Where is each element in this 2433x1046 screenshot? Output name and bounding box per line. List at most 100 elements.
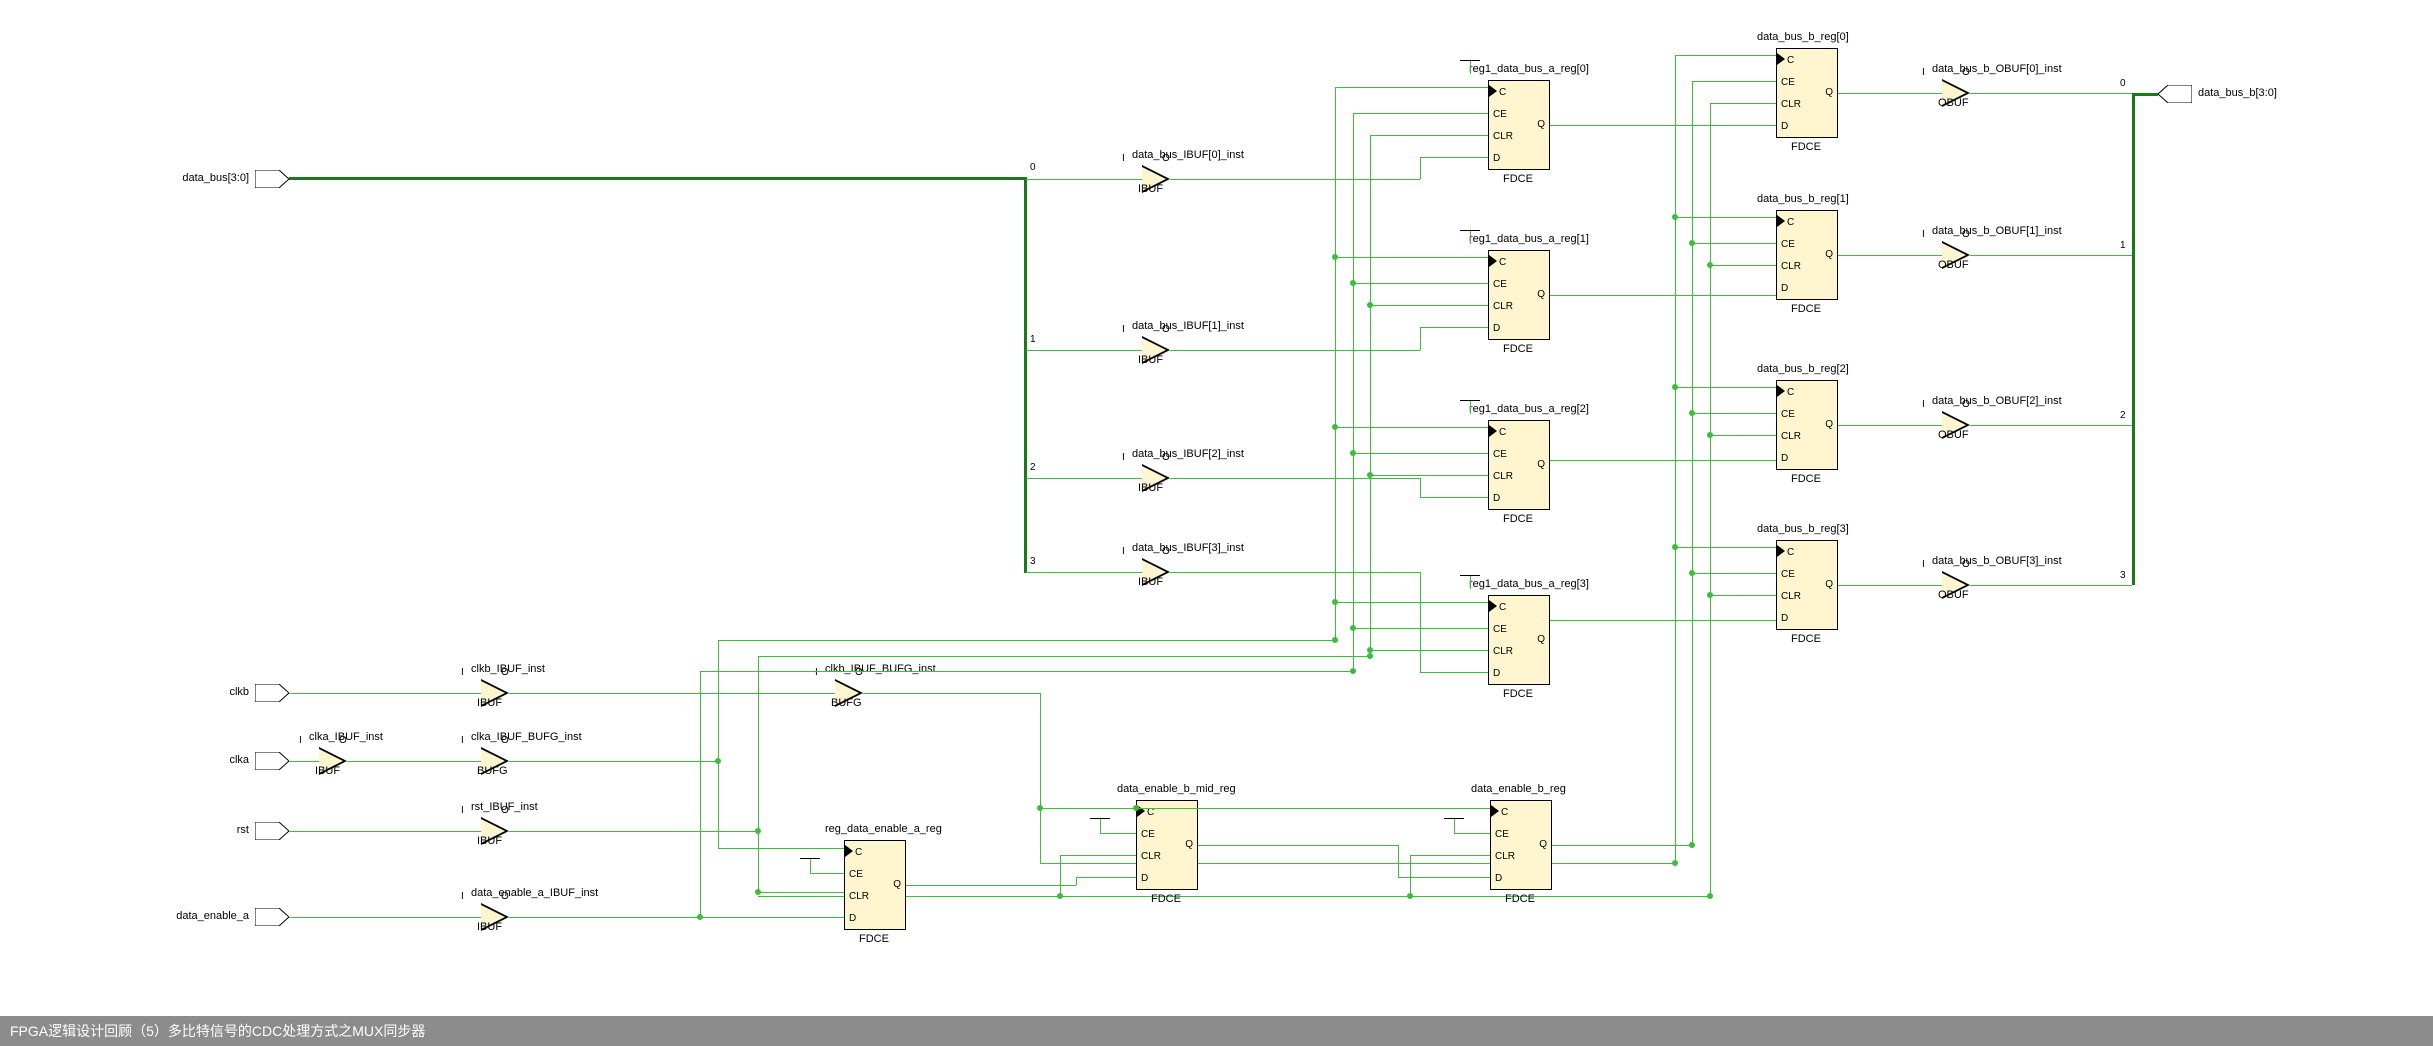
net-deb (1692, 573, 1776, 574)
net-vcc (1100, 818, 1101, 833)
inst-label: data_bus_b_OBUF[0]_inst (1932, 63, 2062, 75)
obuf-2: data_bus_b_OBUF[2]_inst I O OBUF (1942, 411, 1970, 439)
junction-dot (1707, 893, 1713, 899)
net (1026, 179, 1142, 180)
net-bus (1024, 177, 1027, 573)
net-clkb (1675, 547, 1776, 548)
pin-o: O (1162, 452, 1170, 463)
junction-dot (1332, 254, 1338, 260)
net-vcc (810, 858, 811, 873)
net-clkb (1675, 55, 1676, 863)
net-clka (718, 848, 844, 849)
net-bus (2134, 93, 2158, 96)
pin-o: O (1162, 546, 1170, 557)
net-clkb (1040, 693, 1041, 808)
dea-ibuf: data_enable_a_IBUF_inst I O IBUF (481, 903, 509, 931)
net-rst (758, 831, 759, 892)
net-clkb (863, 693, 1040, 694)
net-vcc (1460, 400, 1480, 401)
data-bus-ibuf-2: data_bus_IBUF[2]_inst I O IBUF (1142, 464, 1170, 492)
net (1970, 425, 2132, 426)
net (509, 693, 835, 694)
net-rst (1710, 103, 1776, 104)
obuf-0: data_bus_b_OBUF[0]_inst I O OBUF (1942, 79, 1970, 107)
bit-label-3: 3 (1030, 556, 1036, 567)
net-clka (1335, 257, 1488, 258)
net-rst (758, 656, 1370, 657)
net-vcc (1470, 400, 1471, 414)
net-clka (718, 640, 719, 761)
data-bus-ibuf-0: data_bus_IBUF[0]_inst I O IBUF (1142, 165, 1170, 193)
net (289, 693, 481, 694)
reg1-data-bus-a-3: reg1_data_bus_a_reg[3] C CE CLR D Q FDCE (1488, 595, 1550, 685)
net (1550, 460, 1776, 461)
data-bus-b-reg-1: data_bus_b_reg[1] C CE CLR D Q FDCE (1776, 210, 1838, 300)
net-dea (700, 671, 701, 917)
data-enable-b-mid: data_enable_b_mid_reg C CE CLR D Q FDCE (1136, 800, 1198, 890)
net-vcc (1444, 818, 1464, 819)
net (1420, 327, 1488, 328)
inst-label: reg1_data_bus_a_reg[1] (1469, 233, 1589, 245)
junction-dot (1332, 637, 1338, 643)
inst-label: data_bus_IBUF[2]_inst (1132, 448, 1244, 460)
port-data-bus: data_bus[3:0] (255, 170, 289, 188)
bit-label-0: 0 (2120, 78, 2126, 89)
net-bus (2132, 93, 2135, 585)
type-label: FDCE (1503, 173, 1533, 185)
net (1420, 327, 1421, 350)
net-rst (1710, 265, 1776, 266)
net-rst (1410, 855, 1411, 896)
reg1-data-bus-a-2: reg1_data_bus_a_reg[2] C CE CLR D Q FDCE (1488, 420, 1550, 510)
net-rst (1370, 135, 1371, 656)
net (347, 761, 481, 762)
junction-dot (1672, 214, 1678, 220)
net-dea (1353, 113, 1488, 114)
junction-dot (1707, 262, 1713, 268)
net (906, 885, 1076, 886)
net (1838, 93, 1942, 94)
net-vcc (810, 873, 844, 874)
net (1970, 585, 2132, 586)
junction-dot (1367, 472, 1373, 478)
net (1076, 877, 1136, 878)
net-dea (1353, 283, 1488, 284)
inst-label: reg_data_enable_a_reg (825, 823, 942, 835)
inst-label: data_bus_IBUF[1]_inst (1132, 320, 1244, 332)
port-label: data_bus[3:0] (182, 172, 249, 184)
net-deb (1692, 243, 1776, 244)
obuf-3: data_bus_b_OBUF[3]_inst I O OBUF (1942, 571, 1970, 599)
junction-dot (1133, 805, 1139, 811)
port-label: clka (229, 754, 249, 766)
pin-d: D (1493, 153, 1500, 164)
inst-label: data_bus_IBUF[3]_inst (1132, 542, 1244, 554)
net-dea (700, 671, 1353, 672)
net-rst (1370, 475, 1488, 476)
net (1026, 572, 1142, 573)
port-rst: rst (255, 822, 289, 840)
pin-i: I (1122, 153, 1125, 164)
net-rst (1710, 595, 1776, 596)
net (1170, 179, 1420, 180)
inst-label: reg1_data_bus_a_reg[0] (1469, 63, 1589, 75)
junction-dot (1707, 592, 1713, 598)
pin-o: O (1162, 153, 1170, 164)
net-clka (718, 640, 1335, 641)
inst-label: data_bus_b_OBUF[2]_inst (1932, 395, 2062, 407)
net (1550, 125, 1776, 126)
net (1838, 585, 1942, 586)
pin-i: I (1122, 324, 1125, 335)
net (1170, 572, 1420, 573)
net (1170, 350, 1420, 351)
net-dea (509, 917, 844, 918)
bit-label-3: 3 (2120, 570, 2126, 581)
caption-text: FPGA逻辑设计回顾（5）多比特信号的CDC处理方式之MUX同步器 (10, 1023, 425, 1039)
inst-label: data_bus_b_reg[2] (1757, 363, 1849, 375)
net (1838, 255, 1942, 256)
net-vcc (800, 858, 820, 859)
data-bus-b-reg-3: data_bus_b_reg[3] C CE CLR D Q FDCE (1776, 540, 1838, 630)
net-vcc (1454, 833, 1490, 834)
junction-dot (1407, 893, 1413, 899)
junction-dot (1332, 424, 1338, 430)
data-bus-ibuf-1: data_bus_IBUF[1]_inst I O IBUF (1142, 336, 1170, 364)
net-vcc (1470, 230, 1471, 244)
